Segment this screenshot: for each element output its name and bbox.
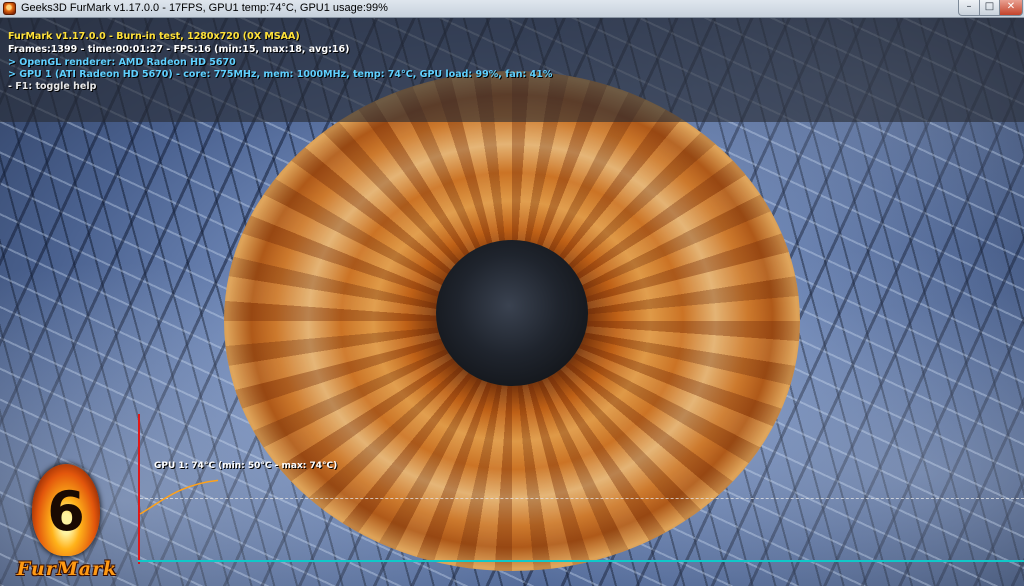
title-bar[interactable]: Geeks3D FurMark v1.17.0.0 - 17FPS, GPU1 … — [0, 0, 1024, 18]
hud-title: FurMark v1.17.0.0 - Burn-in test, 1280x7… — [8, 31, 300, 42]
minimize-icon: – — [966, 1, 972, 12]
close-icon: ✕ — [1006, 1, 1016, 12]
furmark-logo: 6 FurMark — [4, 458, 130, 586]
window-title: Geeks3D FurMark v1.17.0.0 - 17FPS, GPU1 … — [21, 2, 388, 14]
minimize-button[interactable]: – — [958, 0, 980, 16]
maximize-button[interactable]: □ — [979, 0, 1000, 16]
pupil — [436, 240, 588, 386]
logo-wordmark: FurMark — [16, 558, 118, 580]
temperature-curve — [139, 479, 219, 515]
maximize-icon: □ — [984, 1, 995, 12]
hud-gpu-info: > GPU 1 (ATI Radeon HD 5670) - core: 775… — [8, 69, 553, 80]
hud-panel: FurMark v1.17.0.0 - Burn-in test, 1280x7… — [0, 18, 1024, 122]
furmark-flame-icon[interactable] — [3, 2, 16, 15]
hud-help-hint: - F1: toggle help — [8, 81, 97, 92]
temperature-curve-line — [139, 479, 219, 515]
hud-renderer-info: > OpenGL renderer: AMD Radeon HD 5670 — [8, 57, 236, 68]
graph-temperature-label: GPU 1: 74°C (min: 50°C - max: 74°C) — [154, 461, 338, 471]
temperature-graph: GPU 1: 74°C (min: 50°C - max: 74°C) — [138, 414, 1024, 564]
graph-x-axis — [138, 560, 1024, 562]
close-button[interactable]: ✕ — [999, 0, 1023, 16]
furmark-window: Geeks3D FurMark v1.17.0.0 - 17FPS, GPU1 … — [0, 0, 1024, 586]
logo-digit: 6 — [47, 480, 85, 543]
hud-frame-stats: Frames:1399 - time:00:01:27 - FPS:16 (mi… — [8, 44, 350, 55]
render-viewport[interactable]: FurMark v1.17.0.0 - Burn-in test, 1280x7… — [0, 18, 1024, 586]
graph-reference-line — [140, 498, 1024, 499]
